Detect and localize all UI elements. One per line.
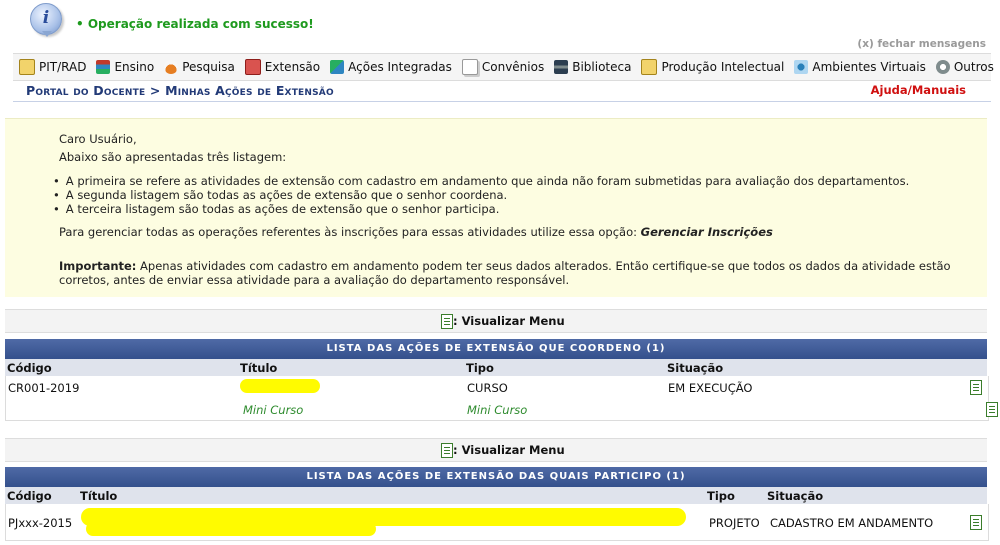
success-text: Operação realizada com sucesso! bbox=[87, 17, 314, 31]
flask-icon bbox=[164, 60, 179, 74]
intro-line: Abaixo são apresentadas três listagem: bbox=[59, 150, 287, 164]
column-code: Código bbox=[7, 361, 52, 375]
manage-text: Para gerenciar todas as operações refere… bbox=[59, 225, 641, 239]
important-text: Apenas atividades com cadastro em andame… bbox=[59, 259, 951, 287]
row-type: CURSO bbox=[467, 381, 508, 395]
main-menu-bar: PIT/RAD Ensino Pesquisa Extensão Ações I… bbox=[13, 53, 994, 81]
view-menu-icon[interactable] bbox=[970, 380, 982, 395]
library-icon bbox=[554, 60, 569, 74]
important-label: Importante: bbox=[59, 259, 137, 273]
row-code: CR001-2019 bbox=[8, 381, 80, 395]
column-code: Código bbox=[7, 489, 52, 503]
row-status: CADASTRO EM ANDAMENTO bbox=[770, 516, 934, 530]
view-menu-icon[interactable] bbox=[970, 515, 982, 530]
info-icon-tail bbox=[42, 31, 52, 37]
intro-bullets: A primeira se refere as atividades de ex… bbox=[53, 174, 909, 216]
help-link[interactable]: Ajuda/Manuais bbox=[871, 83, 966, 97]
menu-item-producao-intelectual[interactable]: Produção Intelectual bbox=[641, 59, 784, 75]
menu-item-pit-rad[interactable]: PIT/RAD bbox=[19, 59, 86, 75]
redacted-title bbox=[240, 379, 320, 393]
bullet-item: A primeira se refere as atividades de ex… bbox=[53, 174, 909, 188]
menu-item-pesquisa[interactable]: Pesquisa bbox=[164, 60, 235, 74]
menu-label: Produção Intelectual bbox=[661, 60, 785, 74]
menu-item-ensino[interactable]: Ensino bbox=[96, 60, 154, 74]
menu-label: Convênios bbox=[481, 60, 545, 74]
success-message: • Operação realizada com sucesso! bbox=[76, 17, 314, 31]
view-menu-label: : Visualizar Menu bbox=[453, 443, 565, 457]
menu-item-acoes-integradas[interactable]: Ações Integradas bbox=[330, 60, 452, 74]
row-status: EM EXECUÇÃO bbox=[668, 381, 753, 395]
instructions-box: Caro Usuário, Abaixo são apresentadas tr… bbox=[5, 118, 987, 297]
participate-list-columns: Código Título Tipo Situação bbox=[5, 487, 987, 504]
view-menu-bar: : Visualizar Menu bbox=[5, 438, 987, 462]
breadcrumb: Portal do Docente > Minhas Ações de Exte… bbox=[26, 83, 334, 98]
gift-icon bbox=[244, 59, 261, 75]
row-code: PJxxx-2015 bbox=[8, 516, 73, 530]
puzzle-icon bbox=[330, 60, 345, 74]
document-icon bbox=[19, 59, 35, 75]
tools-icon bbox=[935, 60, 950, 74]
view-menu-bar: : Visualizar Menu bbox=[5, 309, 987, 333]
menu-label: Pesquisa bbox=[182, 60, 235, 74]
menu-label: Outros bbox=[953, 60, 994, 74]
menu-label: Biblioteca bbox=[572, 60, 632, 74]
column-title: Título bbox=[80, 489, 118, 503]
menu-item-outros[interactable]: Outros bbox=[935, 60, 994, 74]
row-subtitle: Mini Curso bbox=[243, 403, 304, 417]
books-icon bbox=[96, 60, 111, 74]
column-title: Título bbox=[240, 361, 278, 375]
coordinate-list-columns: Código Título Tipo Situação bbox=[5, 359, 987, 376]
row-subtype: Mini Curso bbox=[467, 403, 528, 417]
view-menu-icon bbox=[441, 314, 453, 329]
view-menu-icon[interactable] bbox=[985, 402, 998, 417]
menu-label: Ambientes Virtuais bbox=[812, 60, 926, 74]
column-type: Tipo bbox=[466, 361, 494, 375]
view-menu-legend: : Visualizar Menu bbox=[441, 443, 565, 458]
menu-label: Ações Integradas bbox=[348, 60, 452, 74]
menu-item-biblioteca[interactable]: Biblioteca bbox=[554, 60, 631, 74]
coordinate-list-header: LISTA DAS AÇÕES DE EXTENSÃO QUE COORDENO… bbox=[5, 339, 987, 359]
bullet-item: A segunda listagem são todas as ações de… bbox=[53, 188, 909, 202]
menu-label: Extensão bbox=[264, 60, 321, 74]
view-menu-legend: : Visualizar Menu bbox=[441, 314, 565, 329]
menu-item-convenios[interactable]: Convênios bbox=[461, 59, 545, 75]
manage-paragraph: Para gerenciar todas as operações refere… bbox=[59, 225, 773, 239]
important-note: Importante: Apenas atividades com cadast… bbox=[59, 259, 959, 287]
manage-inscriptions-link[interactable]: Gerenciar Inscrições bbox=[641, 225, 773, 239]
view-menu-label: : Visualizar Menu bbox=[453, 314, 565, 328]
column-status: Situação bbox=[667, 361, 724, 375]
row-type: PROJETO bbox=[709, 516, 760, 530]
greeting: Caro Usuário, bbox=[59, 132, 137, 146]
menu-item-ambientes-virtuais[interactable]: Ambientes Virtuais bbox=[794, 60, 926, 74]
participate-list-header: LISTA DAS AÇÕES DE EXTENSÃO DAS QUAIS PA… bbox=[5, 467, 987, 487]
close-messages-link[interactable]: (x) fechar mensagens bbox=[857, 38, 986, 50]
pages-icon bbox=[461, 59, 478, 75]
notebook-icon bbox=[641, 59, 658, 75]
bullet-item: A terceira listagem são todas as ações d… bbox=[53, 202, 909, 216]
menu-item-extensao[interactable]: Extensão bbox=[244, 59, 321, 75]
table-row: CR001-2019 CURSO EM EXECUÇÃO Mini Curso … bbox=[5, 376, 998, 421]
table-row: PJxxx-2015 PROJETO CADASTRO EM ANDAMENTO bbox=[5, 504, 989, 541]
network-icon bbox=[794, 60, 809, 74]
column-type: Tipo bbox=[707, 489, 735, 503]
view-menu-icon bbox=[441, 443, 453, 458]
menu-label: PIT/RAD bbox=[39, 60, 87, 74]
redacted-title bbox=[86, 522, 376, 536]
menu-label: Ensino bbox=[114, 60, 155, 74]
column-status: Situação bbox=[767, 489, 824, 503]
